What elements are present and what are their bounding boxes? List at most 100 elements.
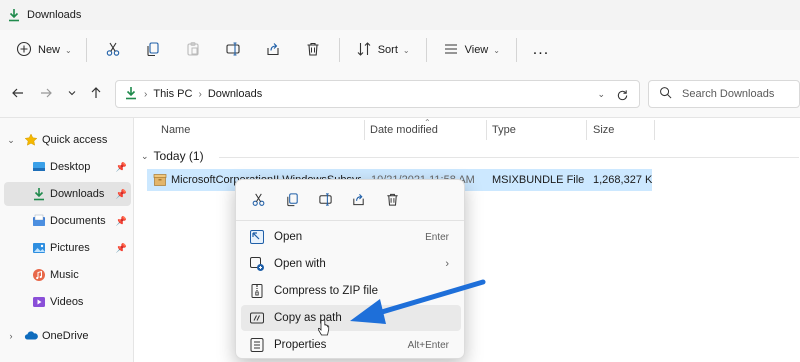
menu-item-compress-zip[interactable]: Compress to ZIP file [241,278,461,304]
refresh-button[interactable] [613,86,631,104]
column-divider[interactable] [654,120,655,140]
copy-button[interactable] [133,35,173,65]
zip-icon [249,283,265,299]
delete-button[interactable] [293,35,333,65]
column-divider[interactable] [364,120,365,140]
group-header-today[interactable]: ⌄ Today (1) [141,149,204,163]
column-header-label: Date modified [370,124,438,136]
search-box[interactable]: Search Downloads [648,80,800,108]
share-button[interactable] [253,35,293,65]
context-copy-button[interactable] [281,190,303,212]
copy-path-icon [249,310,265,326]
context-share-button[interactable] [347,190,369,212]
new-button[interactable]: New ⌄ [8,35,80,65]
navigation-bar: › This PC › Downloads ⌄ Search Downloads [0,70,800,118]
breadcrumb-this-pc[interactable]: This PC [153,88,192,100]
toolbar-divider [85,38,87,62]
pin-icon: 📌 [115,215,127,226]
menu-item-label: Open with [274,258,326,270]
address-bar[interactable]: › This PC › Downloads ⌄ [115,80,640,108]
paste-button[interactable] [173,35,213,65]
view-button[interactable]: View ⌄ [433,35,510,65]
pictures-icon [32,241,46,255]
column-divider[interactable] [486,120,487,140]
group-label: Today (1) [153,149,204,163]
rename-button[interactable] [213,35,253,65]
refresh-icon [617,89,627,100]
arrow-left-icon [11,86,25,103]
forward-button[interactable] [36,84,56,104]
sidebar-item-label: OneDrive [42,330,89,342]
menu-item-open[interactable]: Open Enter [241,224,461,250]
chevron-down-icon: ⌄ [493,45,500,55]
cut-icon [105,41,121,60]
view-list-icon [443,41,459,60]
back-button[interactable] [8,84,28,104]
column-header-name[interactable]: Name [161,118,361,142]
share-icon [351,192,366,210]
menu-item-label: Properties [274,339,327,351]
arrow-up-icon [89,86,103,103]
sidebar-item-desktop[interactable]: Desktop 📌 [4,155,131,179]
context-menu: Open Enter Open with › Compress to ZIP f… [235,179,465,359]
rename-icon [225,41,241,60]
sidebar-item-videos[interactable]: Videos [4,290,131,314]
sidebar-item-music[interactable]: Music [4,263,131,287]
sidebar-item-label: Documents [50,215,106,227]
context-menu-quick-actions [236,180,466,220]
download-icon [32,187,46,201]
menu-item-copy-as-path[interactable]: Copy as path [241,305,461,331]
sidebar-item-documents[interactable]: Documents 📌 [4,209,131,233]
context-rename-button[interactable] [314,190,336,212]
documents-icon [32,214,46,228]
sidebar-item-downloads[interactable]: Downloads 📌 [4,182,131,206]
up-button[interactable] [86,84,106,104]
breadcrumb-downloads[interactable]: Downloads [208,88,262,100]
chevron-down-icon[interactable]: ⌄ [6,135,16,146]
sidebar-item-pictures[interactable]: Pictures 📌 [4,236,131,260]
chevron-down-icon: ⌄ [402,45,410,55]
column-divider[interactable] [586,120,587,140]
sort-button[interactable]: Sort ⌄ [346,35,420,65]
context-cut-button[interactable] [247,190,269,212]
cloud-icon [24,329,38,343]
view-button-label: View [464,44,489,56]
menu-item-open-with[interactable]: Open with › [241,251,461,277]
column-header-date-modified[interactable]: Date modified [370,118,480,142]
sidebar-item-label: Downloads [50,188,105,200]
address-dropdown-icon[interactable]: ⌄ [597,89,605,100]
sidebar-item-quick-access[interactable]: ⌄ Quick access [4,128,131,152]
menu-item-properties[interactable]: Properties Alt+Enter [241,332,461,358]
properties-icon [249,337,265,353]
sort-button-label: Sort [377,44,398,56]
window-title: Downloads [27,9,82,21]
column-header-label: Size [593,124,615,136]
toolbar-divider [338,38,340,62]
navigation-pane: ⌄ Quick access Desktop 📌 Downloads 📌 Doc… [0,118,133,362]
chevron-down-icon: ⌄ [141,150,149,161]
videos-icon [32,295,46,309]
column-header-label: Type [492,124,516,136]
column-header-type[interactable]: Type [492,118,582,142]
cut-icon [251,192,266,210]
file-list: ⌃ Name Date modified Type Size ⌄ Today (… [133,118,800,362]
file-size: 1,268,327 KB [593,174,653,186]
toolbar-divider [425,38,427,62]
context-delete-button[interactable] [381,190,403,212]
menu-divider [236,220,464,221]
sidebar-item-label: Videos [50,296,84,308]
chevron-right-icon[interactable]: › [6,331,16,341]
breadcrumb-separator: › [144,88,148,100]
chevron-down-icon [67,88,77,101]
more-options-label: ... [532,41,550,58]
title-bar: Downloads [0,0,800,30]
sidebar-item-onedrive[interactable]: › OneDrive [4,324,131,348]
command-bar: New ⌄ Sort ⌄ View ⌄ ... [0,30,800,70]
recent-locations-button[interactable] [62,84,82,104]
cut-button[interactable] [93,35,133,65]
more-options-button[interactable]: ... [523,35,559,65]
sort-icon [356,41,372,60]
delete-icon [385,192,400,210]
delete-icon [305,41,321,60]
column-header-size[interactable]: Size [593,118,653,142]
